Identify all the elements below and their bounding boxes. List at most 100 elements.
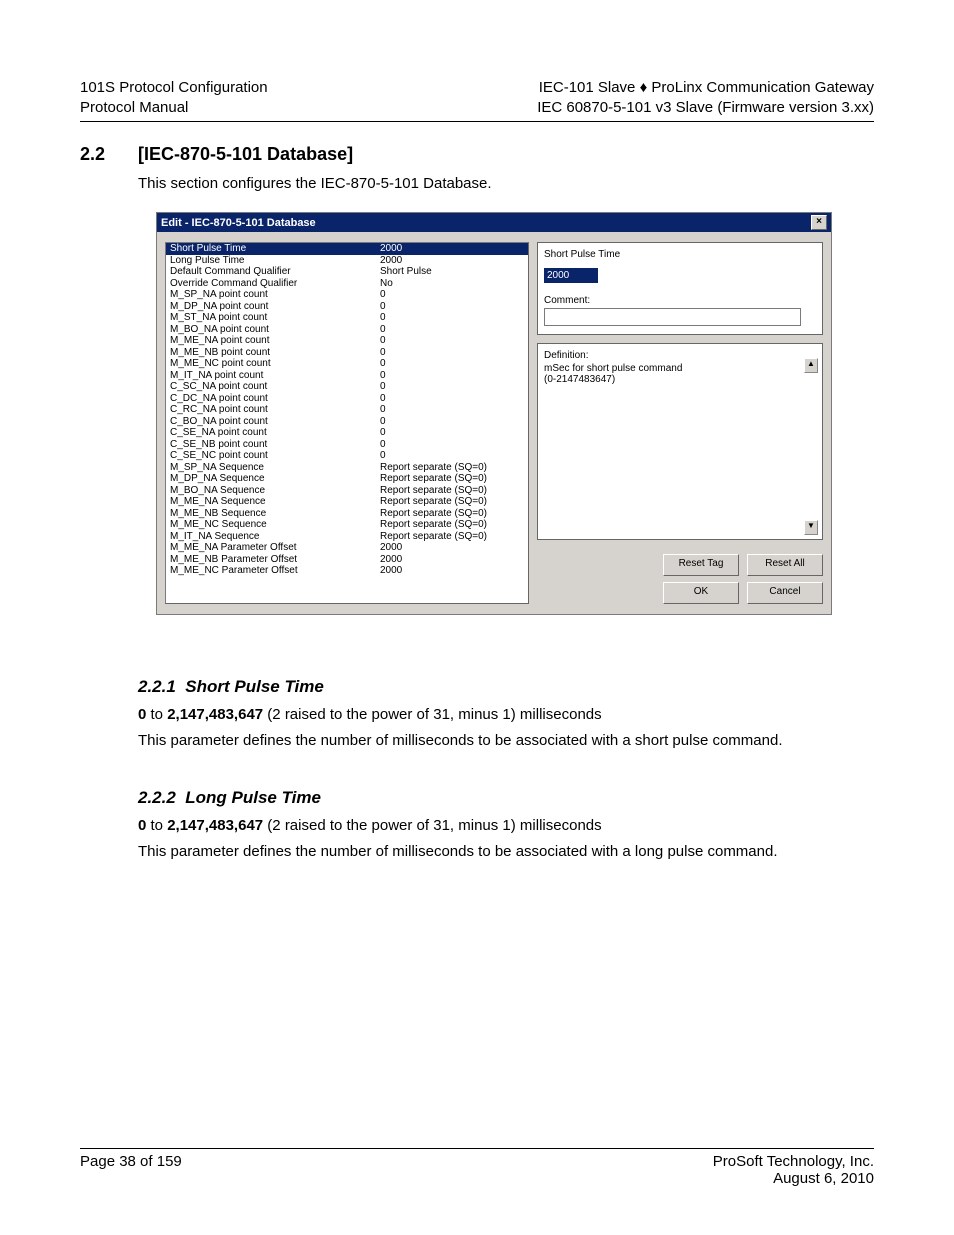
sub1-range-b: 2,147,483,647	[167, 706, 263, 723]
list-item[interactable]: C_SE_NC point count0	[166, 450, 528, 462]
param-value: 0	[380, 450, 386, 462]
list-item[interactable]: M_ST_NA point count0	[166, 312, 528, 324]
param-name: C_BO_NA point count	[170, 416, 380, 428]
list-item[interactable]: M_SP_NA SequenceReport separate (SQ=0)	[166, 462, 528, 474]
param-name: M_ME_NB point count	[170, 347, 380, 359]
list-item[interactable]: C_BO_NA point count0	[166, 416, 528, 428]
param-value: 0	[380, 324, 386, 336]
subsection-2-2-1: 2.2.1 Short Pulse Time 0 to 2,147,483,64…	[138, 677, 874, 752]
field-value-input[interactable]: 2000	[544, 268, 598, 283]
list-item[interactable]: M_ME_NC Parameter Offset2000	[166, 565, 528, 577]
list-item[interactable]: M_IT_NA SequenceReport separate (SQ=0)	[166, 531, 528, 543]
param-value: 2000	[380, 542, 402, 554]
param-name: M_ME_NC Parameter Offset	[170, 565, 380, 577]
scroll-down-icon[interactable]: ▼	[804, 520, 818, 535]
param-value: No	[380, 278, 393, 290]
list-item[interactable]: C_SE_NA point count0	[166, 427, 528, 439]
page-footer: Page 38 of 159 ProSoft Technology, Inc. …	[80, 1153, 874, 1187]
parameter-list[interactable]: Short Pulse Time2000Long Pulse Time2000D…	[165, 242, 529, 604]
list-item[interactable]: C_RC_NA point count0	[166, 404, 528, 416]
footer-left: Page 38 of 159	[80, 1153, 182, 1187]
list-item[interactable]: M_ME_NC point count0	[166, 358, 528, 370]
param-value: 0	[380, 416, 386, 428]
sub1-range-a: 0	[138, 706, 146, 723]
param-value: 2000	[380, 565, 402, 577]
list-item[interactable]: M_ME_NB Parameter Offset2000	[166, 554, 528, 566]
param-name: M_ME_NB Sequence	[170, 508, 380, 520]
list-item[interactable]: M_ME_NA SequenceReport separate (SQ=0)	[166, 496, 528, 508]
section-intro: This section configures the IEC-870-5-10…	[138, 175, 874, 192]
reset-tag-button[interactable]: Reset Tag	[663, 554, 739, 576]
param-value: 0	[380, 358, 386, 370]
param-name: M_ME_NC point count	[170, 358, 380, 370]
list-item[interactable]: M_BO_NA SequenceReport separate (SQ=0)	[166, 485, 528, 497]
dialog-titlebar[interactable]: Edit - IEC-870-5-101 Database ×	[157, 213, 831, 232]
ok-button[interactable]: OK	[663, 582, 739, 604]
list-item[interactable]: M_ME_NA Parameter Offset2000	[166, 542, 528, 554]
section-heading: 2.2 [IEC-870-5-101 Database]	[80, 144, 874, 165]
list-item[interactable]: M_IT_NA point count0	[166, 370, 528, 382]
list-item[interactable]: C_SC_NA point count0	[166, 381, 528, 393]
definition-text-1: mSec for short pulse command	[544, 363, 816, 374]
list-item[interactable]: M_ME_NB point count0	[166, 347, 528, 359]
param-value: 0	[380, 404, 386, 416]
page: 101S Protocol Configuration Protocol Man…	[0, 0, 954, 1235]
list-item[interactable]: Override Command QualifierNo	[166, 278, 528, 290]
sub1-body: This parameter defines the number of mil…	[138, 731, 858, 751]
param-name: M_IT_NA Sequence	[170, 531, 380, 543]
list-item[interactable]: M_DP_NA SequenceReport separate (SQ=0)	[166, 473, 528, 485]
param-value: 0	[380, 427, 386, 439]
param-name: M_ME_NA Parameter Offset	[170, 542, 380, 554]
reset-all-button[interactable]: Reset All	[747, 554, 823, 576]
param-name: Long Pulse Time	[170, 255, 380, 267]
field-label: Short Pulse Time	[544, 249, 816, 260]
list-item[interactable]: Default Command QualifierShort Pulse	[166, 266, 528, 278]
param-value: 2000	[380, 255, 402, 267]
param-value: Report separate (SQ=0)	[380, 485, 487, 497]
param-name: M_SP_NA Sequence	[170, 462, 380, 474]
list-item[interactable]: C_DC_NA point count0	[166, 393, 528, 405]
param-name: C_SC_NA point count	[170, 381, 380, 393]
param-value: Report separate (SQ=0)	[380, 462, 487, 474]
param-value: Report separate (SQ=0)	[380, 473, 487, 485]
definition-label: Definition:	[544, 350, 816, 361]
close-icon[interactable]: ×	[811, 215, 827, 230]
header-right-1: IEC-101 Slave ♦ ProLinx Communication Ga…	[537, 78, 874, 98]
param-name: M_DP_NA Sequence	[170, 473, 380, 485]
comment-input[interactable]	[544, 308, 801, 326]
list-item[interactable]: M_BO_NA point count0	[166, 324, 528, 336]
comment-label: Comment:	[544, 295, 816, 306]
list-item[interactable]: M_DP_NA point count0	[166, 301, 528, 313]
dialog-title-text: Edit - IEC-870-5-101 Database	[161, 217, 316, 229]
field-panel: Short Pulse Time 2000 Comment:	[537, 242, 823, 335]
scroll-up-icon[interactable]: ▲	[804, 358, 818, 373]
section-title: [IEC-870-5-101 Database]	[138, 144, 353, 165]
param-name: M_BO_NA point count	[170, 324, 380, 336]
list-item[interactable]: Long Pulse Time2000	[166, 255, 528, 267]
param-name: Default Command Qualifier	[170, 266, 380, 278]
list-item[interactable]: M_ME_NB SequenceReport separate (SQ=0)	[166, 508, 528, 520]
param-name: M_ST_NA point count	[170, 312, 380, 324]
param-name: M_DP_NA point count	[170, 301, 380, 313]
sub2-range-b: 2,147,483,647	[167, 817, 263, 834]
param-value: Short Pulse	[380, 266, 432, 278]
header-left-2: Protocol Manual	[80, 98, 268, 118]
sub1-title: Short Pulse Time	[185, 677, 324, 696]
list-item[interactable]: M_ME_NA point count0	[166, 335, 528, 347]
list-item[interactable]: M_ME_NC SequenceReport separate (SQ=0)	[166, 519, 528, 531]
sub2-body: This parameter defines the number of mil…	[138, 842, 858, 862]
param-name: M_ME_NA Sequence	[170, 496, 380, 508]
cancel-button[interactable]: Cancel	[747, 582, 823, 604]
sub1-num: 2.2.1	[138, 677, 176, 696]
list-item[interactable]: M_SP_NA point count0	[166, 289, 528, 301]
param-name: M_ME_NA point count	[170, 335, 380, 347]
sub2-range-tail: (2 raised to the power of 31, minus 1) m…	[263, 817, 602, 834]
param-value: 2000	[380, 243, 402, 255]
list-item[interactable]: Short Pulse Time2000	[166, 243, 528, 255]
list-item[interactable]: C_SE_NB point count0	[166, 439, 528, 451]
dialog-screenshot: Edit - IEC-870-5-101 Database × Short Pu…	[156, 212, 832, 615]
sub2-title: Long Pulse Time	[185, 788, 321, 807]
param-value: 2000	[380, 554, 402, 566]
sub2-range-a: 0	[138, 817, 146, 834]
param-name: M_SP_NA point count	[170, 289, 380, 301]
